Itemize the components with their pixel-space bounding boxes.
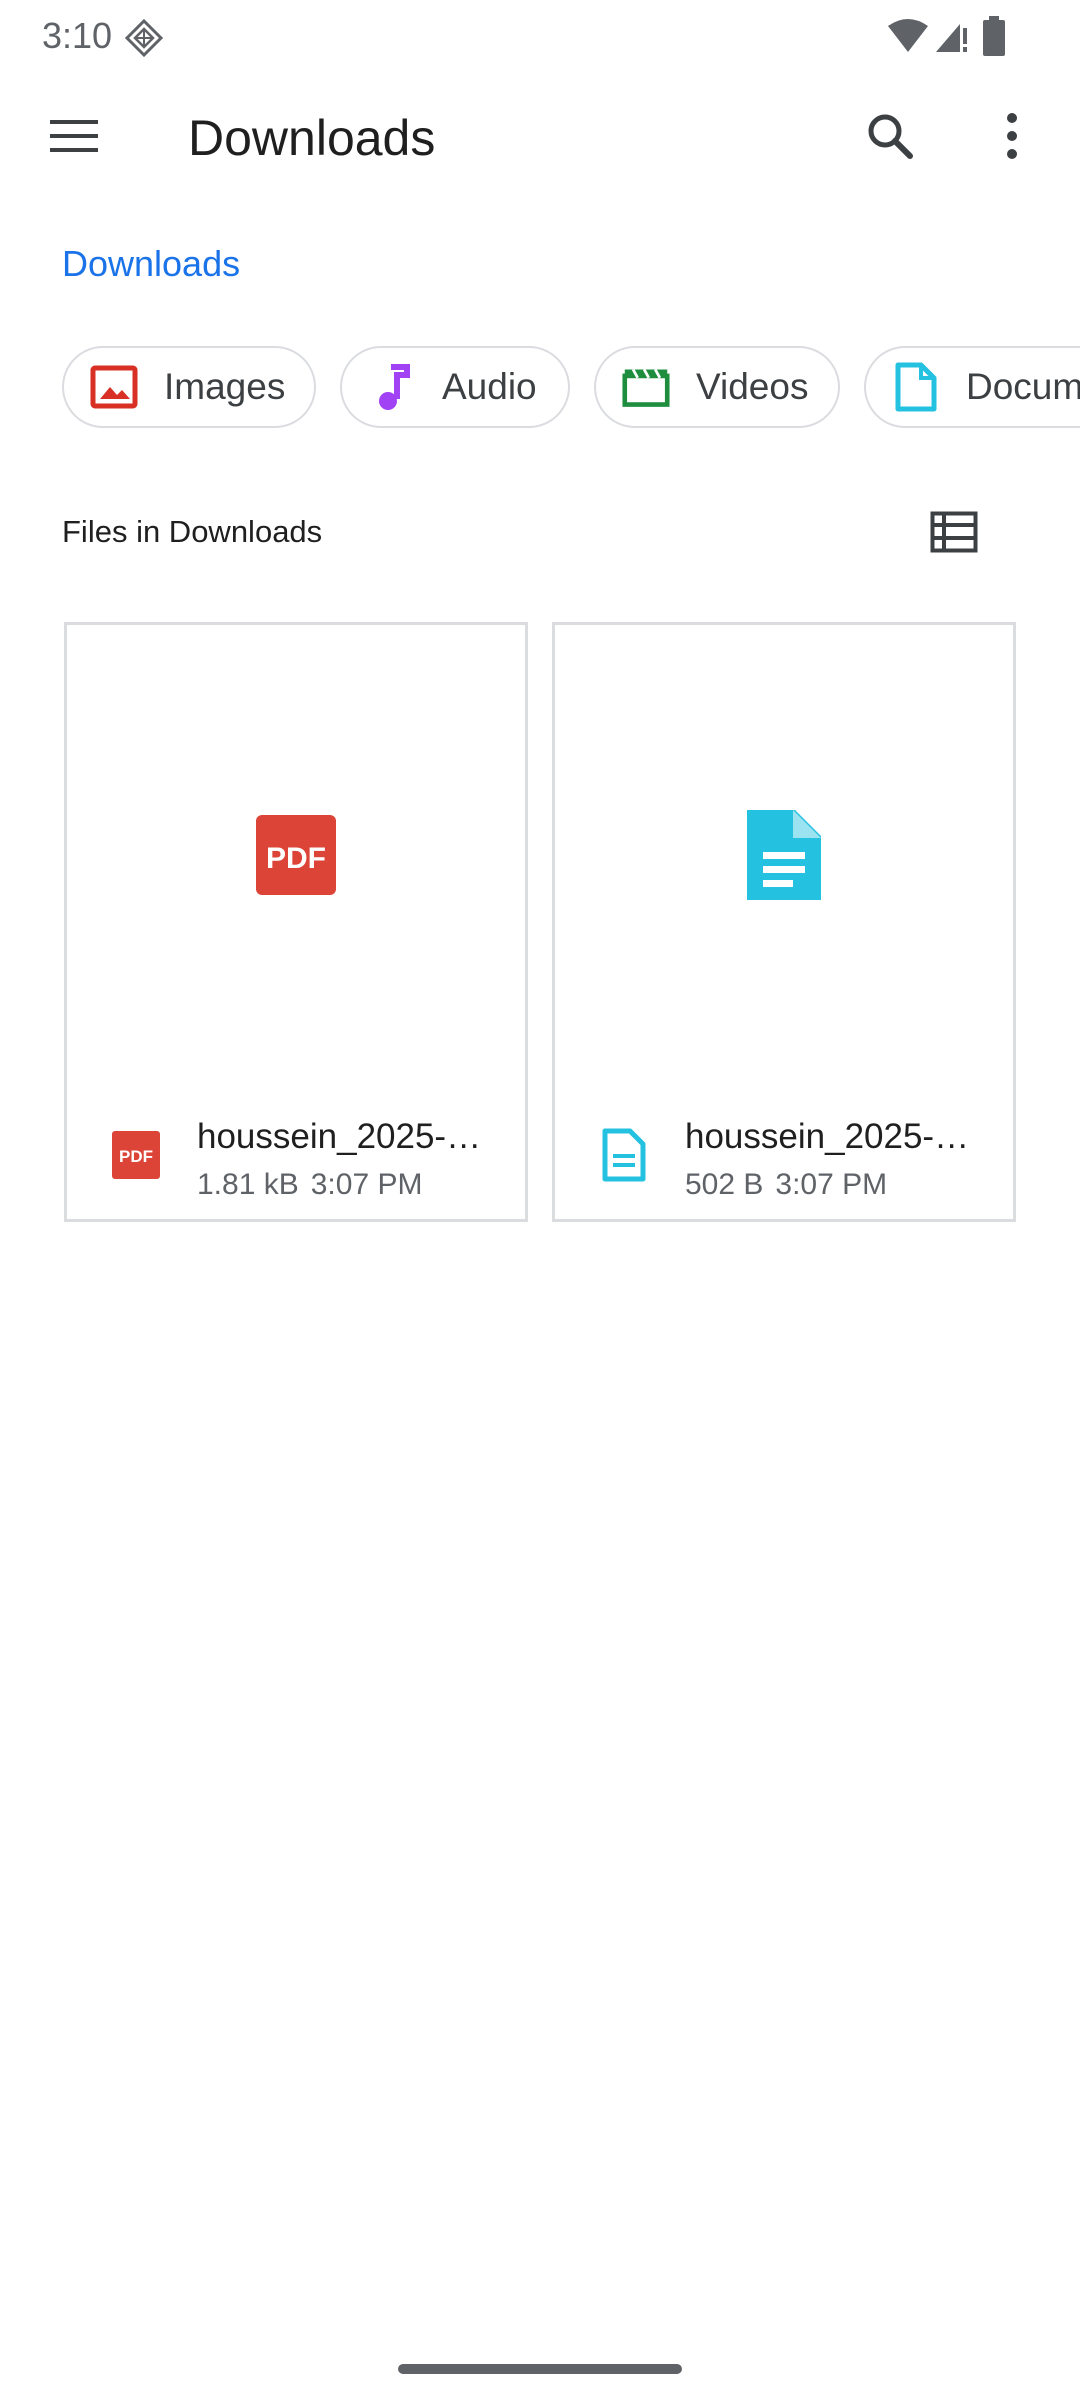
menu-button[interactable] <box>36 98 112 174</box>
pdf-preview-text: PDF <box>266 842 326 875</box>
file-preview: PDF <box>67 625 525 1085</box>
pdf-icon: PDF <box>109 1125 163 1185</box>
notification-glyph-icon <box>124 18 164 58</box>
file-card[interactable]: PDF PDF houssein_2025-… 1.81 kB 3:07 PM <box>64 622 528 1222</box>
file-meta: 502 B 3:07 PM <box>685 1165 887 1205</box>
file-time: 3:07 PM <box>775 1168 888 1201</box>
chip-label: Videos <box>696 366 809 407</box>
more-vert-icon <box>1007 113 1017 159</box>
wifi-icon <box>888 18 928 54</box>
battery-icon <box>982 16 1006 56</box>
file-name: houssein_2025-… <box>685 1117 970 1156</box>
chip-videos[interactable]: Videos <box>594 346 840 428</box>
text-document-icon <box>747 810 821 900</box>
signal-icon <box>934 18 970 54</box>
file-card[interactable]: houssein_2025-… 502 B 3:07 PM <box>552 622 1016 1222</box>
file-time: 3:07 PM <box>310 1168 423 1201</box>
view-toggle-button[interactable] <box>916 494 992 570</box>
chip-images[interactable]: Images <box>62 346 316 428</box>
file-meta: 1.81 kB 3:07 PM <box>197 1165 422 1205</box>
chip-label: Images <box>164 366 286 407</box>
search-button[interactable] <box>852 98 928 174</box>
breadcrumb[interactable]: Downloads <box>62 240 240 288</box>
chip-label: Audio <box>442 366 537 407</box>
pdf-small-text: PDF <box>119 1147 153 1166</box>
status-time: 3:10 <box>42 15 113 56</box>
search-icon <box>868 114 913 159</box>
image-icon <box>90 363 138 411</box>
video-icon <box>622 363 670 411</box>
home-indicator[interactable] <box>398 2364 682 2374</box>
section-title: Files in Downloads <box>62 514 323 549</box>
chip-label: Docum <box>966 366 1080 407</box>
chip-audio[interactable]: Audio <box>340 346 570 428</box>
filter-chips: Images Audio Videos Docum <box>0 346 1080 432</box>
chip-documents[interactable]: Docum <box>864 346 1080 428</box>
file-size: 502 B <box>685 1168 764 1201</box>
file-name: houssein_2025-… <box>197 1117 482 1156</box>
document-icon <box>892 362 940 412</box>
menu-icon <box>50 120 98 152</box>
more-options-button[interactable] <box>974 98 1050 174</box>
page-title: Downloads <box>188 110 436 166</box>
pdf-icon: PDF <box>256 815 336 895</box>
file-preview <box>555 625 1013 1085</box>
music-note-icon <box>368 363 416 411</box>
list-view-icon <box>930 511 978 553</box>
text-document-icon <box>597 1125 651 1185</box>
file-size: 1.81 kB <box>197 1168 299 1201</box>
